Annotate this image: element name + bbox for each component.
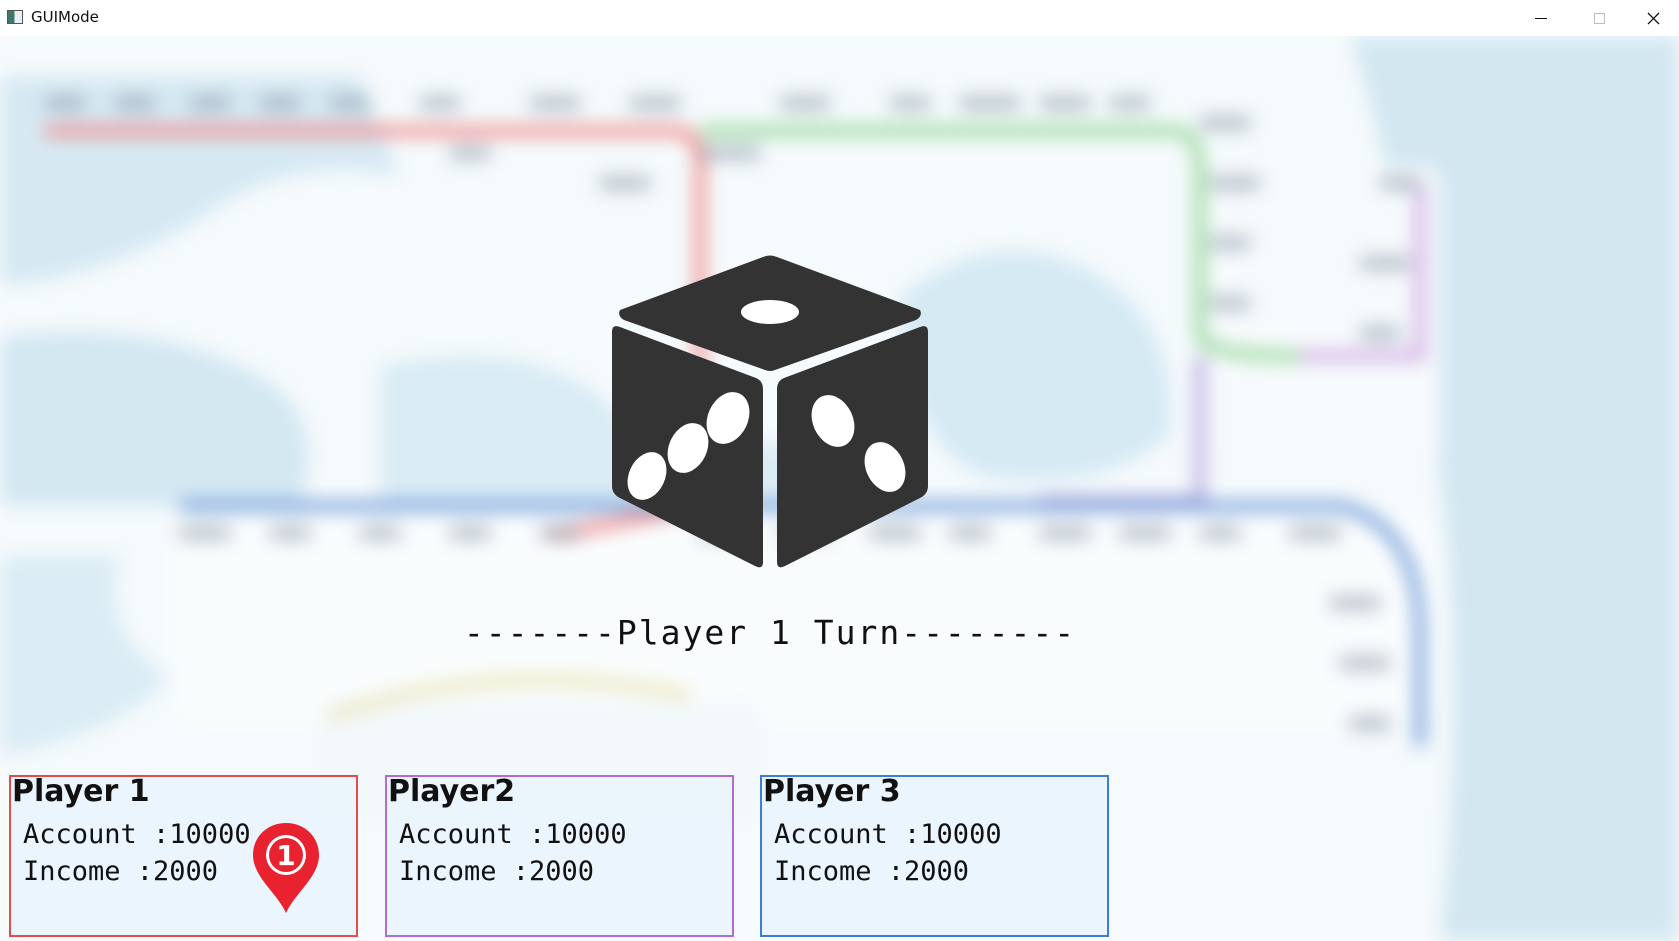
player-account: Account :10000	[774, 819, 1002, 850]
player-card-3: Player 3 Account :10000 Income :2000	[760, 774, 1109, 937]
player-income: Income :2000	[23, 856, 219, 887]
player-name: Player 1	[12, 774, 150, 809]
player-name: Player2	[388, 774, 516, 809]
dice-icon[interactable]	[600, 232, 940, 572]
map-pin-icon: 1	[253, 823, 319, 913]
player-account: Account :10000	[23, 819, 251, 850]
title-bar: GUIMode	[0, 0, 1679, 36]
minimize-button[interactable]	[1512, 0, 1570, 36]
player-income: Income :2000	[399, 856, 595, 887]
player-marker-number: 1	[276, 839, 295, 872]
window-title: GUIMode	[31, 8, 99, 26]
close-icon	[1647, 12, 1660, 24]
maximize-button[interactable]	[1570, 0, 1628, 36]
player-card-1: Player 1 Account :10000 Income :2000 1	[9, 774, 358, 937]
minimize-icon	[1535, 17, 1547, 19]
player-name: Player 3	[763, 774, 901, 809]
close-button[interactable]	[1628, 0, 1679, 36]
app-icon	[7, 10, 23, 24]
player-account: Account :10000	[399, 819, 627, 850]
player-income: Income :2000	[774, 856, 970, 887]
turn-indicator: -------Player 1 Turn--------	[463, 613, 1077, 652]
maximize-icon	[1593, 12, 1605, 24]
player-card-2: Player2 Account :10000 Income :2000	[385, 774, 734, 937]
